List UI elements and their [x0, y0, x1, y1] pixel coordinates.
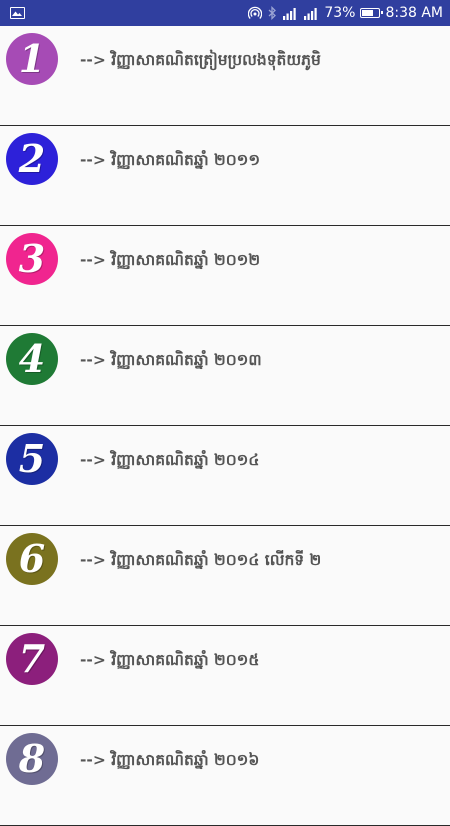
list-item[interactable]: 4 --> វិញ្ញាសាគណិតឆ្នាំ ២០១៣ [0, 326, 450, 426]
list-item-label: --> វិញ្ញាសាគណិតឆ្នាំ ២០១៦ [80, 751, 260, 769]
number-badge-icon: 2 [6, 133, 58, 185]
clock: 8:38 AM [385, 5, 443, 21]
badge-number: 7 [18, 636, 46, 681]
badge-number: 2 [18, 136, 46, 181]
list-item[interactable]: 6 --> វិញ្ញាសាគណិតឆ្នាំ ២០១៤ លើកទី ២ [0, 526, 450, 626]
badge-number: 3 [18, 236, 46, 281]
number-badge-icon: 4 [6, 333, 58, 385]
list-item-label: --> វិញ្ញាសាគណិតឆ្នាំ ២០១២ [80, 251, 261, 269]
signal-icon-2 [303, 7, 319, 20]
number-badge-icon: 8 [6, 733, 58, 785]
hotspot-icon [248, 6, 263, 20]
number-badge-icon: 7 [6, 633, 58, 685]
status-bar: 73% 8:38 AM [0, 0, 450, 26]
number-badge-icon: 5 [6, 433, 58, 485]
list-item[interactable]: 3 --> វិញ្ញាសាគណិតឆ្នាំ ២០១២ [0, 226, 450, 326]
list-item[interactable]: 7 --> វិញ្ញាសាគណិតឆ្នាំ ២០១៥ [0, 626, 450, 726]
list-item-label: --> វិញ្ញាសាគណិតឆ្នាំ ២០១៣ [80, 351, 262, 369]
badge-number: 1 [18, 36, 46, 81]
list-item[interactable]: 5 --> វិញ្ញាសាគណិតឆ្នាំ ២០១៤ [0, 426, 450, 526]
list-item[interactable]: 1 --> វិញ្ញាសាគណិតត្រៀមប្រលងទុតិយភូមិ [0, 26, 450, 126]
badge-number: 6 [18, 536, 46, 581]
badge-number: 5 [18, 436, 46, 481]
battery-percent: 73% [324, 5, 356, 21]
badge-number: 8 [18, 736, 46, 781]
list-item-label: --> វិញ្ញាសាគណិតឆ្នាំ ២០១៤ លើកទី ២ [80, 551, 322, 569]
battery-level [362, 10, 374, 16]
list-item[interactable]: 8 --> វិញ្ញាសាគណិតឆ្នាំ ២០១៦ [0, 726, 450, 826]
signal-icon-1 [282, 7, 298, 20]
number-badge-icon: 3 [6, 233, 58, 285]
battery-icon [360, 8, 384, 18]
bluetooth-icon [267, 6, 277, 20]
number-badge-icon: 6 [6, 533, 58, 585]
image-icon [10, 7, 25, 19]
list-item-label: --> វិញ្ញាសាគណិតឆ្នាំ ២០១៥ [80, 651, 260, 669]
badge-number: 4 [18, 336, 46, 381]
list-item[interactable]: 2 --> វិញ្ញាសាគណិតឆ្នាំ ២០១១ [0, 126, 450, 226]
number-badge-icon: 1 [6, 33, 58, 85]
list-item-label: --> វិញ្ញាសាគណិតឆ្នាំ ២០១៤ [80, 451, 260, 469]
list-item-label: --> វិញ្ញាសាគណិតត្រៀមប្រលងទុតិយភូមិ [80, 51, 321, 69]
list-item-label: --> វិញ្ញាសាគណិតឆ្នាំ ២០១១ [80, 151, 261, 169]
